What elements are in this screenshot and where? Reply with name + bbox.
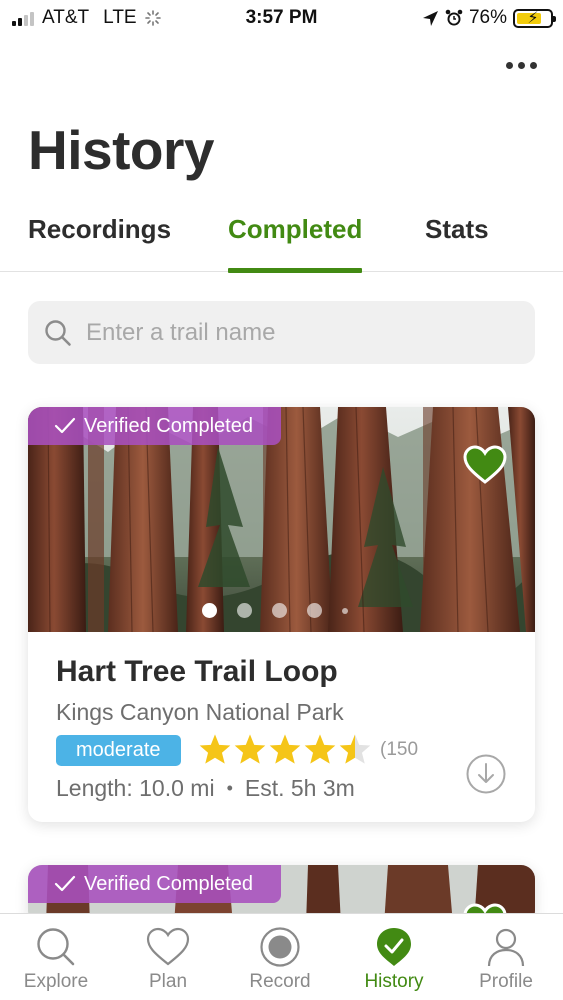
page-dot[interactable] [272, 603, 287, 618]
trail-estimate: Est. 5h 3m [244, 775, 355, 801]
trail-card[interactable]: Verified Completed Hart Tree Trail Loop … [28, 407, 535, 822]
nav-label: Plan [148, 971, 188, 992]
record-icon [260, 927, 300, 967]
star-icon [234, 734, 266, 764]
badge-label: Verified Completed [84, 414, 253, 437]
history-tabs: Recordings Completed Stats [0, 210, 563, 273]
verified-completed-badge: Verified Completed [28, 865, 281, 903]
rating-stars [198, 733, 372, 765]
page-dot[interactable] [237, 603, 252, 618]
page-dot[interactable] [342, 607, 348, 614]
trail-name[interactable]: Hart Tree Trail Loop [56, 655, 338, 689]
trail-length: Length: 10.0 mi [56, 775, 215, 801]
nav-history[interactable]: History [338, 914, 450, 1000]
page-title: History [28, 119, 215, 181]
download-icon[interactable] [465, 753, 507, 795]
meta-separator: • [226, 778, 233, 798]
more-dot-icon [506, 62, 513, 69]
status-bar: AT&T LTE 3:57 PM 76% ⚡ [0, 0, 563, 38]
bottom-navigation: Explore Plan Record History Profile [0, 913, 563, 1000]
nav-plan[interactable]: Plan [112, 914, 224, 1000]
tab-completed[interactable]: Completed [228, 210, 363, 273]
park-name: Kings Canyon National Park [56, 699, 344, 725]
more-dot-icon [530, 62, 537, 69]
review-count: (150 [380, 739, 419, 760]
nav-label: Profile [479, 971, 533, 992]
nav-record[interactable]: Record [224, 914, 336, 1000]
star-icon [199, 734, 231, 764]
star-icon [269, 734, 301, 764]
check-badge-icon [377, 928, 411, 966]
checkmark-icon [54, 875, 76, 892]
tab-recordings[interactable]: Recordings [28, 210, 171, 272]
page-dot[interactable] [307, 603, 322, 618]
battery-icon: ⚡ [513, 8, 556, 28]
nav-explore[interactable]: Explore [0, 914, 112, 1000]
search-bar[interactable] [28, 301, 535, 364]
favorite-heart-icon[interactable] [463, 445, 507, 485]
difficulty-badge: moderate [56, 735, 181, 766]
more-dot-icon [518, 62, 525, 69]
star-icon [304, 734, 336, 764]
verified-completed-badge: Verified Completed [28, 407, 281, 445]
photo-pagination [202, 603, 348, 618]
search-icon [37, 928, 75, 966]
search-icon [45, 319, 71, 346]
battery-percent: 76% [468, 7, 507, 28]
location-arrow-icon [422, 10, 438, 26]
checkmark-icon [54, 417, 76, 434]
trail-meta: Length: 10.0 mi • Est. 5h 3m [56, 775, 355, 802]
page-dot[interactable] [202, 603, 217, 618]
tab-stats[interactable]: Stats [425, 210, 489, 272]
nav-label: History [364, 971, 424, 992]
nav-profile[interactable]: Profile [450, 914, 562, 1000]
half-star-icon [339, 734, 371, 764]
search-input[interactable] [86, 318, 506, 347]
trail-photo[interactable]: Verified Completed [28, 407, 535, 632]
nav-label: Record [249, 971, 311, 992]
person-icon [487, 928, 525, 967]
heart-icon [146, 927, 190, 966]
alarm-icon [445, 9, 463, 26]
nav-label: Explore [23, 971, 89, 992]
badge-label: Verified Completed [84, 872, 253, 895]
more-options-button[interactable] [506, 62, 537, 69]
